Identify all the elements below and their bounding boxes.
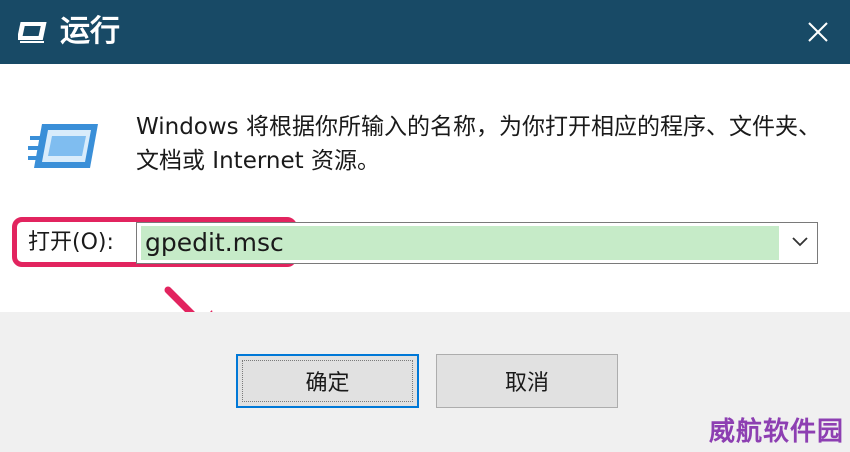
close-button[interactable] [786, 0, 850, 64]
cancel-button-label: 取消 [504, 371, 549, 396]
run-program-icon [28, 124, 98, 168]
ok-button[interactable]: 确定 [236, 354, 419, 408]
dialog-description: Windows 将根据你所输入的名称，为你打开相应的程序、文件夹、文档或 Int… [136, 114, 821, 174]
open-combobox[interactable]: gpedit.msc [136, 222, 818, 264]
open-input[interactable]: gpedit.msc [145, 227, 284, 259]
title-bar: 运行 [0, 0, 850, 64]
dialog-content: Windows 将根据你所输入的名称，为你打开相应的程序、文件夹、文档或 Int… [0, 64, 850, 312]
watermark: 威航软件园 [708, 417, 844, 447]
window-title: 运行 [60, 14, 120, 49]
open-field-label: 打开(O): [28, 230, 114, 255]
run-dialog-icon [18, 22, 47, 43]
chevron-down-icon[interactable] [791, 235, 809, 249]
focus-rectangle [242, 360, 413, 402]
cancel-button[interactable]: 取消 [436, 354, 618, 408]
close-icon [808, 22, 828, 42]
